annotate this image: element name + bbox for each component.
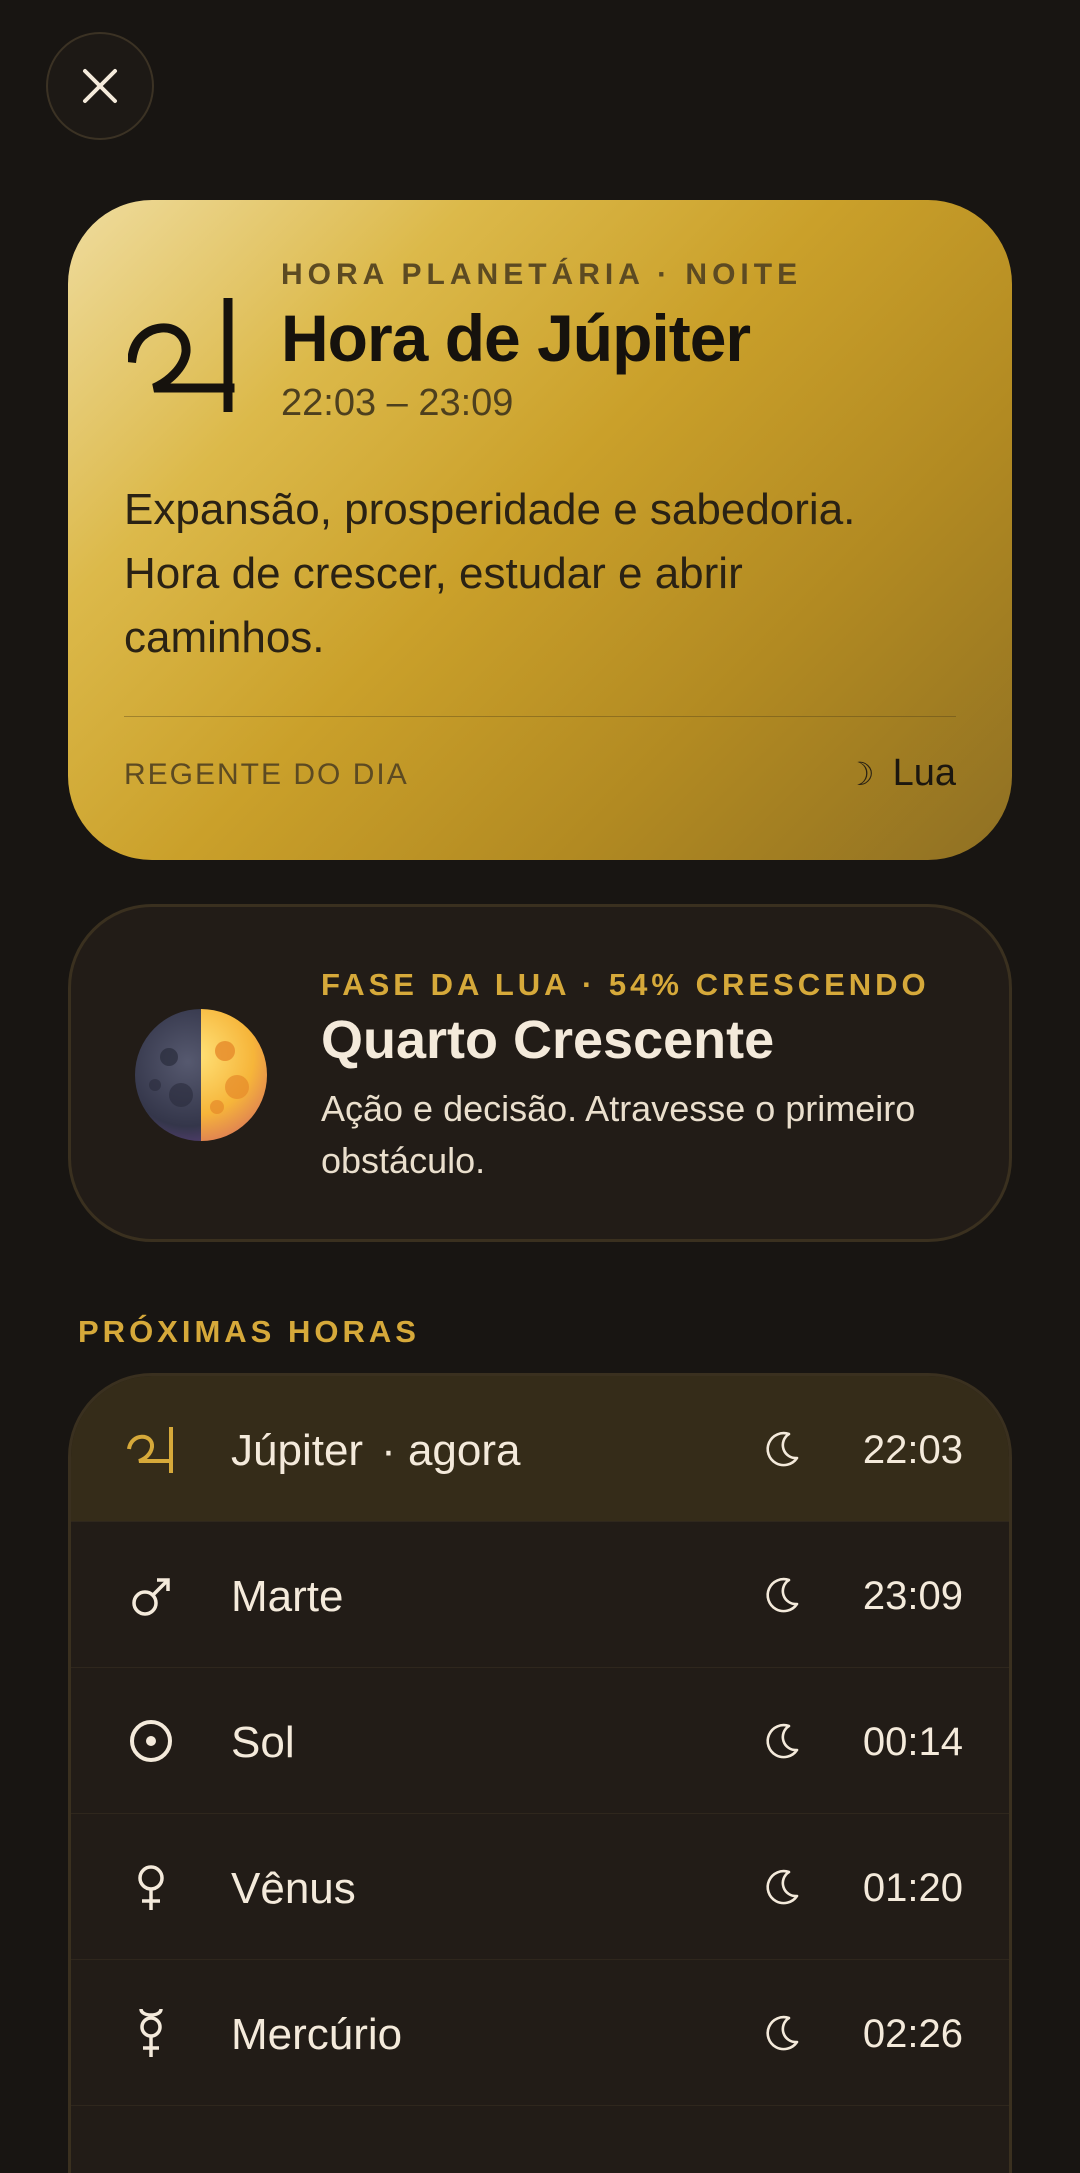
hour-planet-name: Júpiter xyxy=(231,1426,364,1475)
mercury-icon xyxy=(139,2008,163,2057)
hour-eyebrow: HORA PLANETÁRIA · NOITE xyxy=(281,258,803,291)
sun-icon xyxy=(130,1720,172,1762)
night-moon-icon xyxy=(766,1431,799,1467)
hour-row[interactable]: Sol 00:14 xyxy=(71,1668,1009,1814)
hour-start-time: 00:14 xyxy=(862,1720,963,1764)
moon-phase-description: Ação e decisão. Atravesse o primeiro obs… xyxy=(321,1088,916,1181)
current-hour-card: HORA PLANETÁRIA · NOITE Hora de Júpiter … xyxy=(68,200,1012,860)
day-ruler-label: REGENTE DO DIA xyxy=(124,758,409,791)
hour-start-time: 02:26 xyxy=(862,2012,963,2056)
hour-description: Expansão, prosperidade e sabedoria. Hora… xyxy=(124,485,856,662)
night-moon-icon xyxy=(766,1577,799,1613)
venus-icon xyxy=(138,1865,164,1910)
night-moon-icon xyxy=(766,1869,799,1905)
moon-phase-eyebrow: FASE DA LUA · 54% CRESCENDO xyxy=(321,967,930,1002)
hour-time-range: 22:03 – 23:09 xyxy=(281,382,514,424)
hour-planet-name: Marte xyxy=(231,1572,344,1621)
night-moon-icon xyxy=(766,2015,799,2051)
jupiter-glyph-icon xyxy=(128,298,235,412)
hour-row[interactable]: Marte 23:09 xyxy=(71,1522,1009,1668)
hour-row[interactable]: Mercúrio 02:26 xyxy=(71,1960,1009,2106)
hour-planet-name: Mercúrio xyxy=(231,2010,403,2059)
hour-start-time: 22:03 xyxy=(862,1428,963,1472)
upcoming-hours-list: Júpiter · agora 22:03 Marte 23:09 Sol 00:… xyxy=(68,1373,1012,2173)
moon-phase-title: Quarto Crescente xyxy=(321,1010,775,1070)
moon-phase-card: FASE DA LUA · 54% CRESCENDO Quarto Cresc… xyxy=(68,904,1012,1242)
upcoming-hours-label: PRÓXIMAS HORAS xyxy=(78,1314,420,1349)
night-moon-icon xyxy=(766,1723,799,1759)
hour-planet-name: Vênus xyxy=(231,1864,356,1913)
hour-start-time: 01:20 xyxy=(862,1866,963,1910)
hour-start-time: 23:09 xyxy=(862,1574,963,1618)
divider xyxy=(124,716,956,717)
day-ruler-name: Lua xyxy=(892,752,956,794)
hour-row[interactable]: Júpiter · agora 22:03 xyxy=(71,1376,1009,1522)
now-label: · agora xyxy=(381,1426,521,1475)
day-ruler-value: ☽ Lua xyxy=(846,752,956,795)
hour-planet-name: Sol xyxy=(231,1718,295,1767)
hour-row[interactable]: Vênus 01:20 xyxy=(71,1814,1009,1960)
close-icon xyxy=(83,69,117,103)
first-quarter-moon-icon xyxy=(135,1009,267,1141)
jupiter-icon xyxy=(127,1427,173,1473)
mars-icon xyxy=(132,1578,170,1616)
hour-title: Hora de Júpiter xyxy=(281,301,751,375)
crescent-moon-icon: ☽ xyxy=(845,755,875,792)
close-button[interactable] xyxy=(46,32,154,140)
